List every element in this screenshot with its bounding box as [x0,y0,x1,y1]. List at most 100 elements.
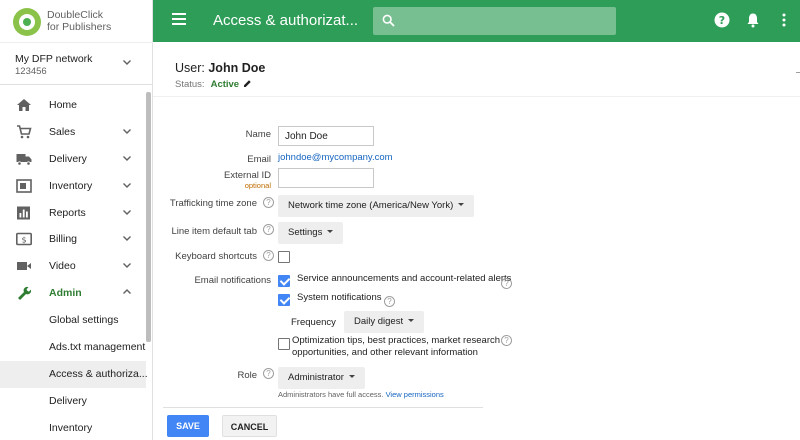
help-icon[interactable]: ? [501,335,512,346]
role-note-text: Administrators have full access. [278,390,384,399]
menu-icon[interactable] [172,13,186,25]
help-icon[interactable]: ? [501,278,512,289]
logo-icon [13,8,41,36]
chevron-down-icon [122,57,132,67]
service-announcements-checkbox[interactable] [278,275,290,287]
help-icon[interactable]: ? [384,296,395,307]
user-status: Status: Active [175,79,252,91]
logo[interactable]: DoubleClick for Publishers [13,8,143,38]
keyboard-shortcuts-label: Keyboard shortcuts [175,251,257,262]
name-field[interactable] [278,126,374,146]
user-heading: User: John Doe [175,61,265,75]
svg-text:?: ? [719,14,725,27]
default-tab-dropdown[interactable]: Settings [278,222,344,244]
user-name: John Doe [208,61,266,75]
app-header: Access & authorizat... ? [153,0,800,42]
view-permissions-link[interactable]: View permissions [386,390,444,399]
save-button[interactable]: SAVE [167,415,209,437]
page-title: Access & authorizat... [213,12,359,29]
sidebar-item-label: Inventory [49,179,93,192]
role-dropdown[interactable]: Administrator [278,367,365,389]
inventory-icon [16,178,32,193]
optimization-tips-label-line-1: Optimization tips, best practices, marke… [292,335,501,346]
cancel-button[interactable]: CANCEL [222,415,277,437]
role-note: Administrators have full access. View pe… [278,390,444,399]
user-prefix: User: [175,61,205,75]
sidebar-item-delivery[interactable]: Delivery [0,146,146,173]
role-label: Role [237,370,257,381]
divider [163,407,483,408]
sidebar-item-label: Access & authoriza... [49,367,148,380]
caret-down-icon [348,375,355,378]
status-badge: Active [210,79,240,90]
sidebar-subitem-access-authorization[interactable]: Access & authoriza... [0,360,148,388]
truck-icon [16,152,32,166]
timezone-value: Network time zone (America/New York) [288,200,454,211]
email-link[interactable]: johndoe@mycompany.com [278,152,393,163]
email-notifications-label: Email notifications [194,275,271,286]
chevron-down-icon [122,153,132,163]
timezone-dropdown[interactable]: Network time zone (America/New York) [278,195,475,217]
chevron-down-icon [122,126,132,136]
help-icon[interactable]: ? [714,12,730,28]
sidebar-subitem-ads-txt[interactable]: Ads.txt management [0,334,146,361]
sidebar-item-admin[interactable]: Admin [0,280,146,307]
help-icon[interactable]: ? [263,368,274,379]
sidebar-scrollbar[interactable] [146,92,151,342]
edit-pencil-icon[interactable] [243,79,252,91]
caret-down-icon [327,230,334,233]
sidebar-item-inventory[interactable]: Inventory [0,173,146,200]
external-id-field[interactable] [278,168,374,188]
frequency-dropdown[interactable]: Daily digest [344,311,425,333]
search-box[interactable] [373,7,616,35]
network-id: 123456 [15,66,47,77]
caret-down-icon [458,203,465,206]
service-announcements-label: Service announcements and account-relate… [297,273,512,284]
timezone-label: Trafficking time zone [169,198,257,209]
sidebar-item-label: Reports [49,206,86,219]
chevron-down-icon [122,233,132,243]
video-camera-icon [16,259,32,273]
network-switcher[interactable]: My DFP network 123456 [0,43,153,85]
sidebar-item-label: Video [49,260,76,273]
sidebar-item-sales[interactable]: Sales [0,119,146,146]
brand-line-2: for Publishers [47,21,112,33]
sidebar-item-reports[interactable]: Reports [0,200,146,227]
default-tab-label: Line item default tab [171,226,257,237]
search-input[interactable] [401,11,601,31]
sidebar-subitem-global-settings[interactable]: Global settings [0,307,146,334]
divider [796,72,800,73]
sidebar-item-billing[interactable]: $ Billing [0,226,146,253]
sidebar-item-label: Billing [49,233,78,246]
sidebar-item-label: Home [49,99,78,111]
caret-down-icon [408,319,415,322]
more-vert-icon[interactable] [776,12,792,28]
help-icon[interactable]: ? [263,250,274,261]
help-icon[interactable]: ? [263,224,274,235]
sidebar-item-home[interactable]: Home [0,92,146,119]
main-content: User: John Doe Status: Active Name Email … [153,42,800,440]
sidebar-subitem-delivery[interactable]: Delivery [0,388,146,415]
frequency-value: Daily digest [354,316,404,327]
optimization-tips-checkbox[interactable] [278,338,290,350]
cart-icon [16,125,32,139]
system-notifications-checkbox[interactable] [278,294,290,306]
chevron-down-icon [122,260,132,270]
email-label: Email [247,154,271,165]
chevron-down-icon [122,207,132,217]
billing-icon: $ [16,232,32,246]
keyboard-shortcuts-checkbox[interactable] [278,251,290,263]
notifications-bell-icon[interactable] [745,12,761,28]
chevron-up-icon [122,287,132,297]
help-icon[interactable]: ? [263,197,274,208]
svg-text:$: $ [21,236,26,245]
default-tab-value: Settings [288,227,323,238]
home-icon [16,98,32,112]
sidebar-item-label: Sales [49,125,76,138]
sidebar-item-video[interactable]: Video [0,253,146,280]
brand-line-1: DoubleClick [47,9,104,21]
system-notifications-label: System notifications [297,292,382,303]
sidebar-subitem-inventory[interactable]: Inventory [0,415,146,440]
role-value: Administrator [288,372,344,383]
search-icon [382,14,395,30]
